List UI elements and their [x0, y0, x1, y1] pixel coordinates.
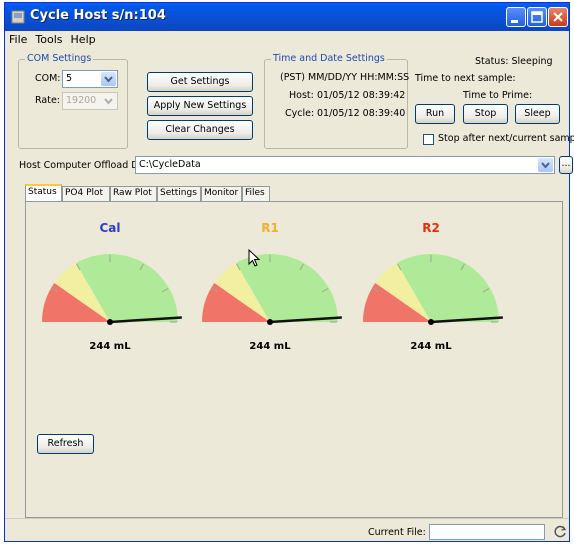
- rate-dropdown-arrow[interactable]: [101, 94, 116, 108]
- app-icon: [11, 10, 25, 24]
- gauge-title: Cal: [99, 221, 120, 235]
- offload-dir-value: C:\CycleData: [139, 159, 201, 170]
- stop-after-label: Stop after next/current sample: [438, 133, 574, 144]
- gauge-title: R1: [261, 221, 279, 235]
- gauge-hub: [107, 319, 113, 325]
- title-bar[interactable]: Cycle Host s/n:104: [5, 3, 569, 31]
- tab-status[interactable]: Status: [25, 184, 62, 201]
- maximize-button[interactable]: [527, 7, 547, 27]
- com-value: 5: [66, 73, 73, 84]
- chevron-down-icon: [541, 162, 550, 169]
- status-text: Status: Sleeping: [475, 56, 553, 67]
- minimize-button[interactable]: [506, 7, 526, 27]
- time-date-legend: Time and Date Settings: [271, 53, 387, 64]
- gauge-value: 244 mL: [89, 341, 131, 352]
- chevron-down-icon: [104, 76, 113, 83]
- refresh-button[interactable]: Refresh: [37, 434, 94, 454]
- status-bar: Current File:: [5, 518, 569, 543]
- minimize-icon: [511, 20, 518, 23]
- tab-monitor[interactable]: Monitor: [201, 186, 242, 201]
- offload-dir-label: Host Computer Offload Dir:: [19, 160, 149, 171]
- chevron-down-icon: [104, 98, 113, 105]
- stop-button[interactable]: Stop: [463, 104, 508, 124]
- get-settings-button[interactable]: Get Settings: [147, 72, 253, 92]
- time-date-group: Time and Date Settings (PST) MM/DD/YY HH…: [264, 53, 410, 149]
- apply-new-settings-button[interactable]: Apply New Settings: [147, 96, 253, 116]
- gauge-r1: R1 244 mL: [202, 221, 342, 352]
- offload-dropdown-arrow[interactable]: [538, 158, 553, 172]
- gauge-hub: [267, 319, 273, 325]
- run-button[interactable]: Run: [415, 104, 455, 124]
- gauge-title: R2: [422, 221, 440, 235]
- current-file-label: Current File:: [368, 527, 426, 538]
- main-window: Cycle Host s/n:104 File Tools Help COM Set…: [4, 2, 574, 543]
- tab-files[interactable]: Files: [242, 186, 270, 201]
- com-dropdown-arrow[interactable]: [101, 72, 116, 86]
- gauge-r2: R2 244 mL: [363, 221, 503, 352]
- tab-raw-plot[interactable]: Raw Plot: [110, 186, 157, 201]
- gauge-hub: [428, 319, 434, 325]
- gauges-area: Cal 244 mL R1 244 mL R2 244 mL: [42, 221, 503, 352]
- next-sample-label: Time to next sample:: [415, 73, 516, 84]
- status-panel: Cal 244 mL R1 244 mL R2 244 mL Refresh: [25, 201, 563, 518]
- menu-tools[interactable]: Tools: [31, 31, 66, 46]
- tab-po4-plot[interactable]: PO4 Plot: [62, 186, 110, 201]
- com-settings-legend: COM Settings: [25, 53, 94, 64]
- host-time-value: 01/05/12 08:39:42: [317, 90, 406, 101]
- close-button[interactable]: [548, 7, 568, 27]
- maximize-icon: [531, 11, 543, 23]
- gauge-value: 244 mL: [410, 341, 452, 352]
- menu-help[interactable]: Help: [67, 31, 100, 46]
- gauge-cal: Cal 244 mL: [42, 221, 182, 352]
- window-title: Cycle Host s/n:104: [30, 8, 166, 23]
- cycle-time-label: Cycle:: [285, 108, 315, 119]
- offload-dir-select[interactable]: C:\CycleData: [135, 156, 555, 174]
- current-file-field: [429, 524, 545, 540]
- rate-select[interactable]: 19200: [62, 92, 118, 110]
- com-settings-group: COM Settings COM: 5 Rate: 19200: [18, 53, 128, 149]
- refresh-spinner-icon: [554, 525, 567, 538]
- prime-label: Time to Prime:: [463, 90, 533, 101]
- close-icon: [553, 12, 563, 22]
- gauge-value: 244 mL: [249, 341, 291, 352]
- cycle-time-value: 01/05/12 08:39:40: [317, 108, 406, 119]
- menu-bar: File Tools Help: [5, 31, 569, 49]
- host-time-label: Host:: [289, 90, 314, 101]
- com-label: COM:: [35, 73, 61, 84]
- rate-label: Rate:: [35, 95, 60, 106]
- sleep-button[interactable]: Sleep: [515, 104, 560, 124]
- clear-changes-button[interactable]: Clear Changes: [147, 120, 253, 140]
- tab-settings[interactable]: Settings: [157, 186, 201, 201]
- menu-file[interactable]: File: [5, 31, 31, 46]
- time-format-label: (PST) MM/DD/YY HH:MM:SS: [280, 72, 410, 83]
- browse-button[interactable]: ...: [559, 156, 573, 174]
- rate-value: 19200: [66, 95, 97, 106]
- stop-after-checkbox[interactable]: [423, 134, 434, 145]
- com-select[interactable]: 5: [62, 70, 118, 88]
